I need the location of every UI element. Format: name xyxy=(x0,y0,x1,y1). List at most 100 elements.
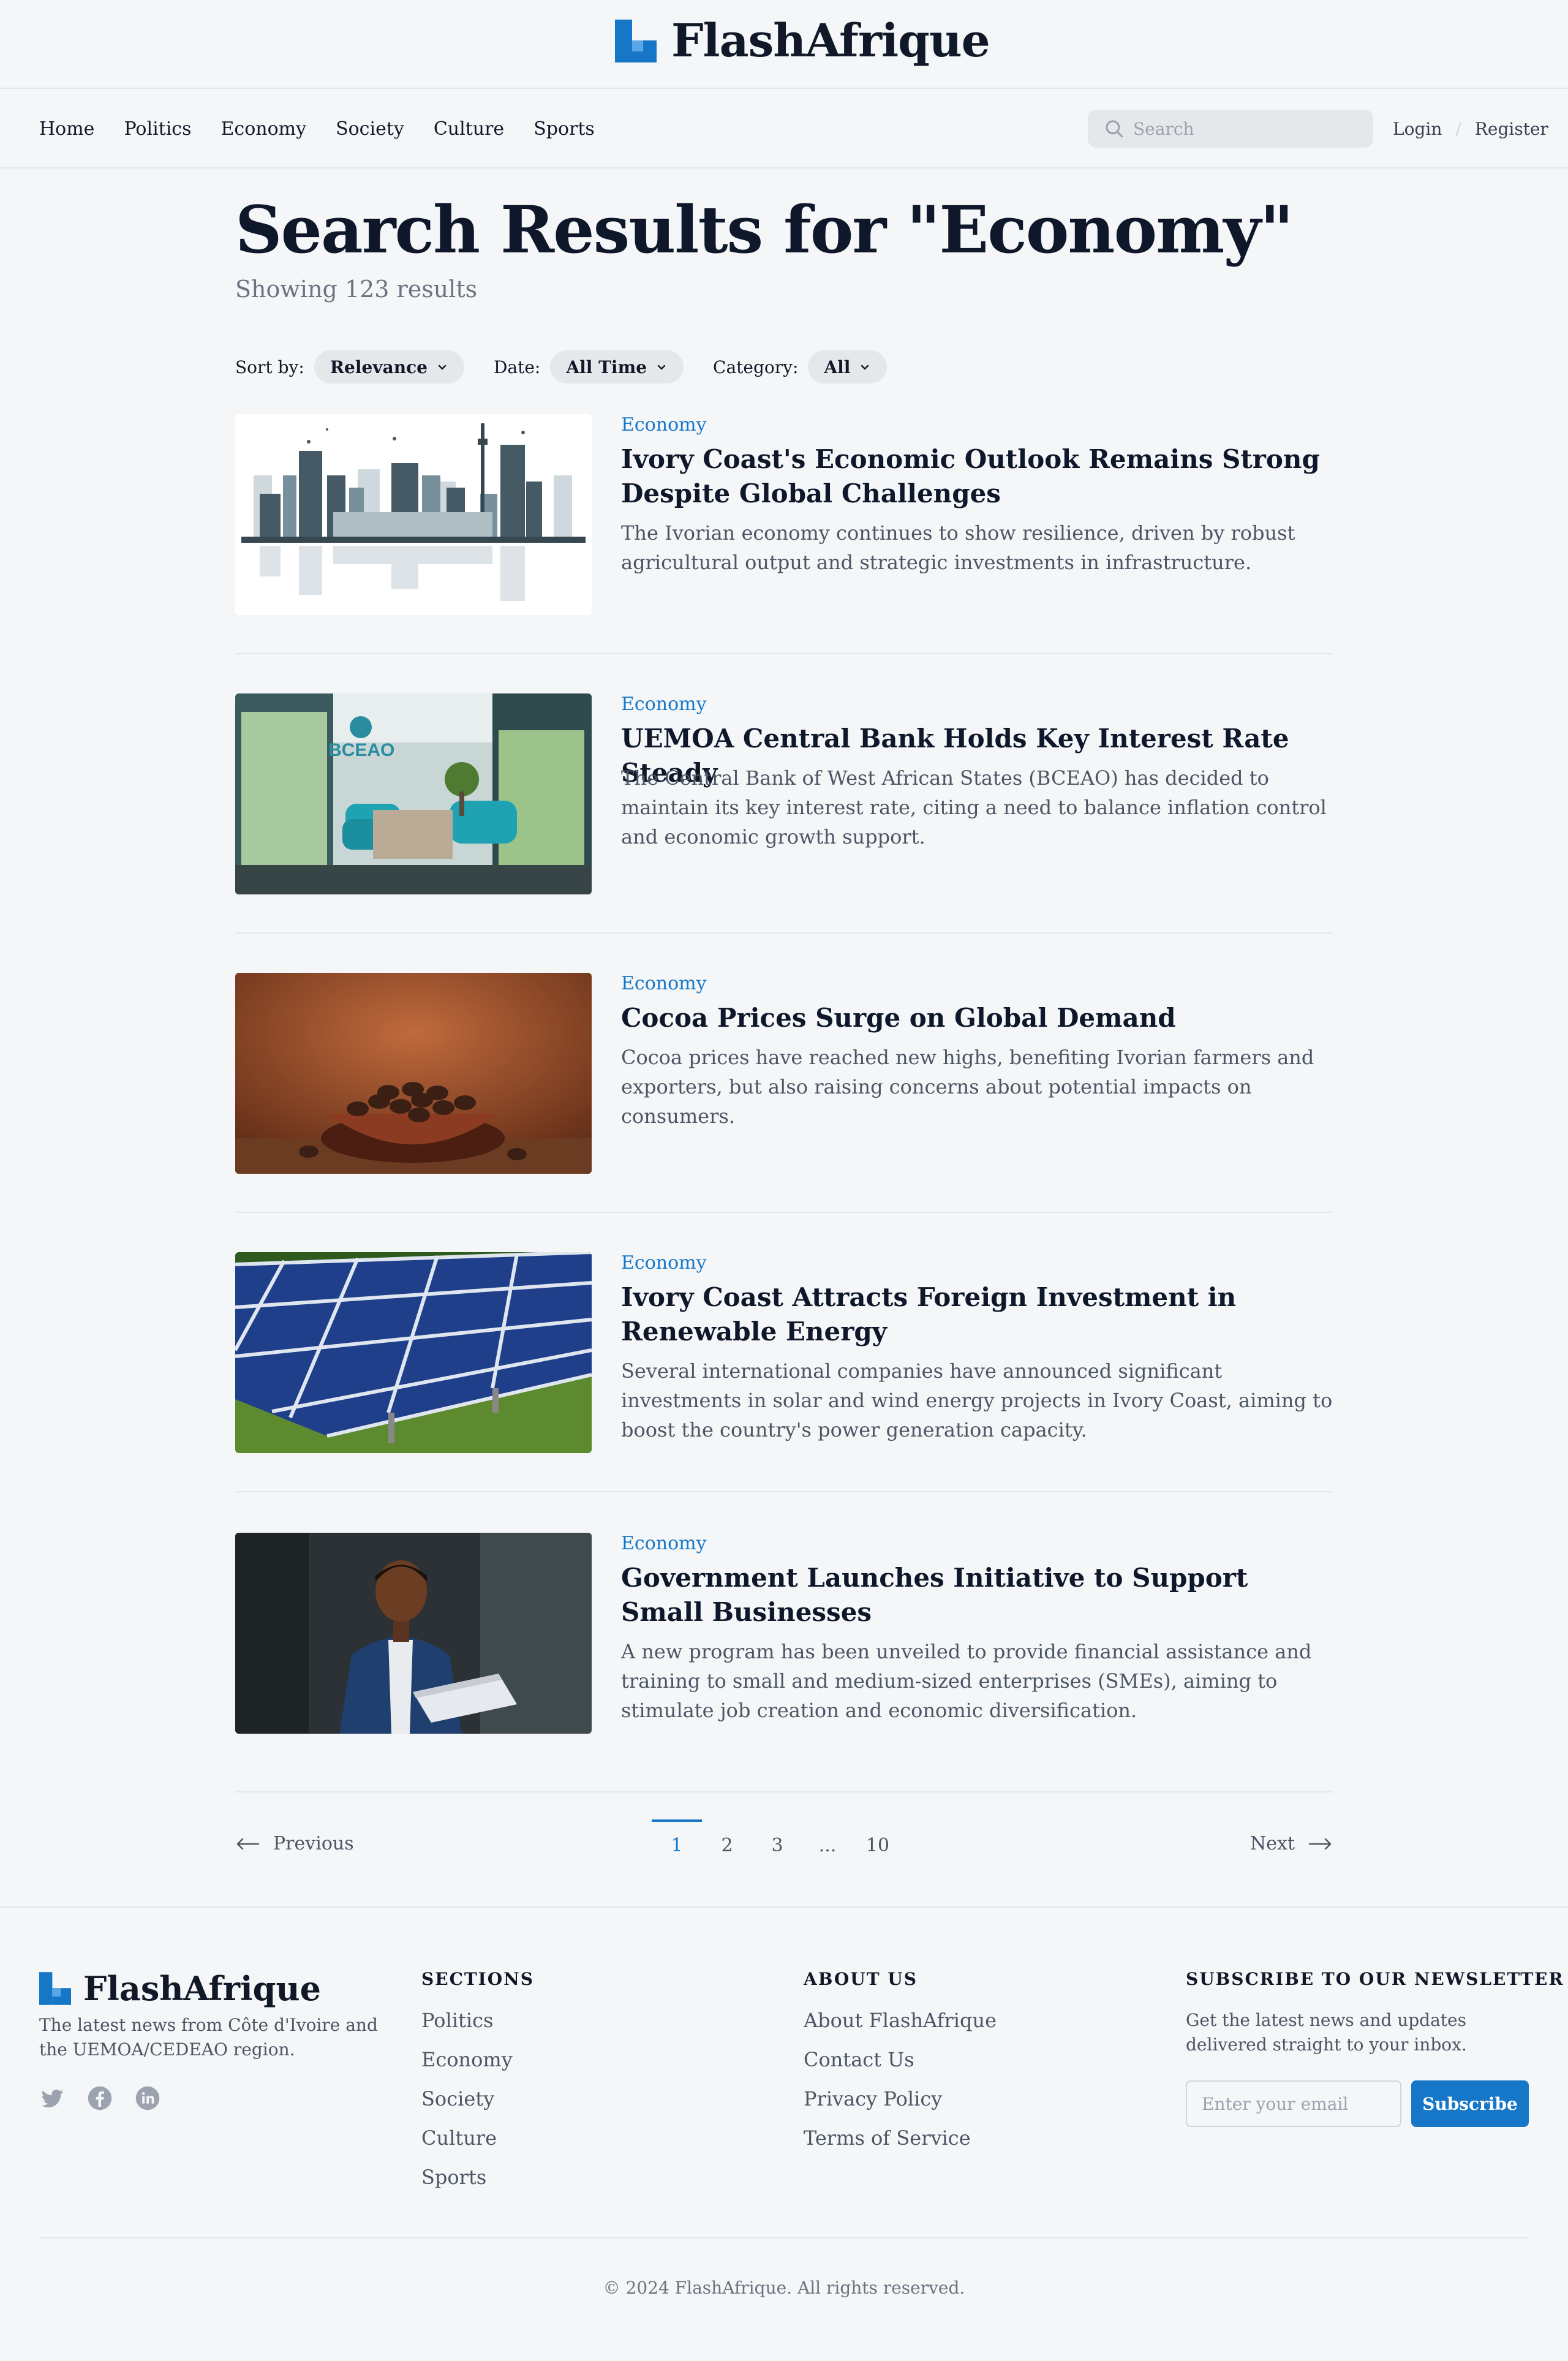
article-thumbnail[interactable] xyxy=(235,1252,592,1453)
article-thumbnail[interactable] xyxy=(235,973,592,1174)
footer-link-about[interactable]: About FlashAfrique xyxy=(804,2009,997,2032)
footer-link-economy[interactable]: Economy xyxy=(421,2049,513,2071)
page-3-button[interactable]: 3 xyxy=(752,1819,802,1868)
subscribe-button[interactable]: Subscribe xyxy=(1411,2080,1529,2127)
page-2-button[interactable]: 2 xyxy=(702,1819,752,1868)
page-10-button[interactable]: 10 xyxy=(853,1819,903,1868)
article-thumbnail[interactable] xyxy=(235,414,592,615)
article-description: Cocoa prices have reached new highs, ben… xyxy=(621,1046,1314,1128)
article-title[interactable]: Ivory Coast Attracts Foreign Investment … xyxy=(621,1280,1333,1349)
footer-brand-name: FlashAfrique xyxy=(83,1969,322,2008)
pagination: Previous 1 2 3 ... 10 Next xyxy=(235,1819,1333,1868)
category-value: All xyxy=(824,357,851,377)
search-result-item: Economy Ivory Coast Attracts Foreign Inv… xyxy=(235,1252,1333,1453)
bceao-sign: BCEAO xyxy=(328,740,394,760)
arrow-right-icon xyxy=(1308,1838,1332,1849)
search-box xyxy=(1088,110,1373,148)
article-title[interactable]: Cocoa Prices Surge on Global Demand xyxy=(621,1001,1333,1035)
linkedin-icon[interactable] xyxy=(135,2085,160,2111)
chevron-down-icon xyxy=(657,365,666,370)
nav-links: Home Politics Economy Society Culture Sp… xyxy=(39,89,595,168)
facebook-icon[interactable] xyxy=(87,2085,113,2111)
search-result-item: Economy Cocoa Prices Surge on Global Dem… xyxy=(235,973,1333,1174)
date-dropdown[interactable]: All Time xyxy=(550,350,684,383)
category-label: Category: xyxy=(713,357,799,377)
sections-links: Politics Economy Society Culture Sports xyxy=(421,2009,513,2189)
divider xyxy=(235,932,1333,934)
category-dropdown[interactable]: All xyxy=(808,350,888,383)
sort-value: Relevance xyxy=(330,357,428,377)
brand-bar: FlashAfrique xyxy=(0,0,1568,89)
search-icon xyxy=(1106,120,1123,138)
login-link[interactable]: Login xyxy=(1393,119,1442,139)
filter-bar: Sort by: Relevance Date: All Time Catego… xyxy=(235,350,888,383)
nav-item-culture[interactable]: Culture xyxy=(434,118,504,140)
register-link[interactable]: Register xyxy=(1475,119,1548,139)
footer-link-society[interactable]: Society xyxy=(421,2088,513,2110)
logo-icon xyxy=(39,1972,71,2005)
footer-divider xyxy=(39,2237,1529,2238)
newsletter-heading: SUBSCRIBE TO OUR NEWSLETTER xyxy=(1186,1969,1564,1989)
search-result-item: Economy Government Launches Initiative t… xyxy=(235,1533,1333,1734)
nav-item-home[interactable]: Home xyxy=(39,118,94,140)
article-category[interactable]: Economy xyxy=(621,1252,707,1274)
newsletter-description: Get the latest news and updates delivere… xyxy=(1186,2010,1467,2055)
brand-name: FlashAfrique xyxy=(671,15,990,67)
footer-logo[interactable]: FlashAfrique xyxy=(39,1969,321,2008)
nav-item-sports[interactable]: Sports xyxy=(533,118,595,140)
article-category[interactable]: Economy xyxy=(621,693,707,715)
article-thumbnail[interactable] xyxy=(235,1533,592,1734)
sort-label: Sort by: xyxy=(235,357,304,377)
sections-heading: SECTIONS xyxy=(421,1969,534,1989)
nav-item-politics[interactable]: Politics xyxy=(124,118,191,140)
article-category[interactable]: Economy xyxy=(621,414,707,436)
divider xyxy=(235,653,1333,654)
article-category[interactable]: Economy xyxy=(621,973,707,994)
page-title: Search Results for "Economy" xyxy=(235,191,1294,268)
article-title[interactable]: Ivory Coast's Economic Outlook Remains S… xyxy=(621,442,1333,511)
newsletter-email-input[interactable] xyxy=(1186,2080,1401,2127)
chevron-down-icon xyxy=(861,365,869,370)
previous-page-button[interactable]: Previous xyxy=(235,1833,354,1854)
article-thumbnail[interactable]: BCEAO xyxy=(235,693,592,894)
main-navigation: Home Politics Economy Society Culture Sp… xyxy=(0,89,1568,168)
article-category[interactable]: Economy xyxy=(621,1533,707,1554)
date-value: All Time xyxy=(566,357,647,377)
divider xyxy=(235,1791,1333,1792)
article-description: A new program has been unveiled to provi… xyxy=(621,1640,1312,1722)
sort-dropdown[interactable]: Relevance xyxy=(314,350,464,383)
footer-link-terms[interactable]: Terms of Service xyxy=(804,2127,997,2150)
article-description: Several international companies have ann… xyxy=(621,1359,1333,1441)
social-links xyxy=(39,2085,160,2111)
arrow-left-icon xyxy=(236,1838,260,1849)
page-numbers: 1 2 3 ... 10 xyxy=(652,1819,903,1868)
search-result-item: BCEAO Economy UEMOA Central Bank Holds K… xyxy=(235,693,1333,894)
chevron-down-icon xyxy=(438,365,447,370)
date-label: Date: xyxy=(493,357,541,377)
copyright: © 2024 FlashAfrique. All rights reserved… xyxy=(603,2278,965,2298)
article-description: The Central Bank of West African States … xyxy=(621,766,1327,848)
footer-link-privacy[interactable]: Privacy Policy xyxy=(804,2088,997,2110)
page-1-button[interactable]: 1 xyxy=(652,1819,702,1868)
article-title[interactable]: Government Launches Initiative to Suppor… xyxy=(621,1561,1333,1630)
footer-link-sports[interactable]: Sports xyxy=(421,2166,513,2189)
divider xyxy=(235,1491,1333,1492)
article-description: The Ivorian economy continues to show re… xyxy=(621,521,1295,574)
footer-tagline: The latest news from Côte d'Ivoire and t… xyxy=(39,2015,378,2060)
search-result-item: Economy Ivory Coast's Economic Outlook R… xyxy=(235,414,1333,615)
search-input[interactable] xyxy=(1133,118,1366,139)
footer: FlashAfrique The latest news from Côte d… xyxy=(0,1906,1568,2361)
previous-label: Previous xyxy=(273,1833,354,1854)
page-ellipsis: ... xyxy=(818,1834,837,1856)
nav-item-economy[interactable]: Economy xyxy=(221,118,307,140)
footer-link-politics[interactable]: Politics xyxy=(421,2009,513,2032)
footer-link-culture[interactable]: Culture xyxy=(421,2127,513,2150)
site-logo[interactable]: FlashAfrique xyxy=(615,15,990,67)
about-heading: ABOUT US xyxy=(804,1969,918,1989)
twitter-icon[interactable] xyxy=(39,2085,65,2111)
nav-item-society[interactable]: Society xyxy=(336,118,404,140)
footer-link-contact[interactable]: Contact Us xyxy=(804,2049,997,2071)
auth-links: Login / Register xyxy=(1393,89,1548,168)
next-page-button[interactable]: Next xyxy=(1250,1833,1333,1854)
results-count: Showing 123 results xyxy=(235,276,478,303)
